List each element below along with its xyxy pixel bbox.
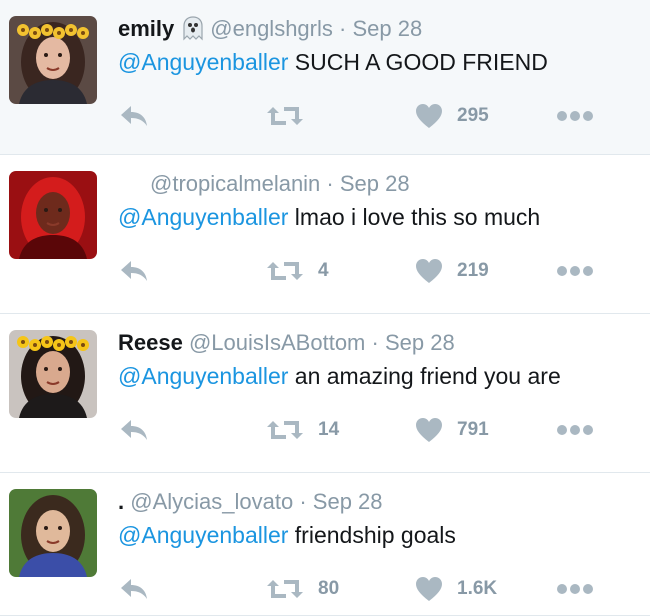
mention-link[interactable]: @Anguyenballer: [118, 204, 288, 230]
like-count: 1.6K: [457, 578, 498, 599]
more-button[interactable]: [556, 415, 594, 445]
reply-icon: [119, 576, 149, 602]
reply-button[interactable]: [119, 574, 149, 604]
mention-link[interactable]: @Anguyenballer: [118, 522, 288, 548]
retweet-count: 80: [318, 578, 340, 599]
retweet-icon: [266, 418, 304, 442]
display-name[interactable]: .: [118, 489, 124, 514]
tweet-text: @Anguyenballer friendship goals: [118, 519, 456, 551]
retweet-icon: [266, 577, 304, 601]
reply-button[interactable]: [119, 415, 149, 445]
retweet-icon: [266, 104, 304, 128]
ghost-emoji-icon: [174, 16, 210, 41]
avatar[interactable]: [9, 330, 97, 418]
retweet-button[interactable]: 4: [266, 256, 329, 286]
username[interactable]: @Alycias_lovato: [130, 489, 293, 514]
tweet-body: SUCH A GOOD FRIEND: [288, 49, 548, 75]
separator-dot: ·: [326, 171, 334, 196]
tweet-text: @Anguyenballer an amazing friend you are: [118, 360, 561, 392]
retweet-button[interactable]: 80: [266, 574, 339, 604]
retweet-count: 14: [318, 419, 340, 440]
tweet-header: emily @englshgrls · Sep 28: [118, 14, 422, 44]
username[interactable]: @LouisIsABottom: [189, 330, 365, 355]
timestamp[interactable]: Sep 28: [340, 171, 410, 196]
reply-button[interactable]: [119, 256, 149, 286]
timestamp[interactable]: Sep 28: [385, 330, 455, 355]
display-name[interactable]: Reese: [118, 330, 183, 355]
tweet-text: @Anguyenballer SUCH A GOOD FRIEND: [118, 46, 548, 78]
separator-dot: ·: [371, 330, 379, 355]
heart-icon: [415, 576, 443, 602]
display-name[interactable]: emily: [118, 16, 174, 41]
separator-dot: ·: [299, 489, 307, 514]
like-count: 791: [457, 419, 489, 440]
avatar[interactable]: [9, 16, 97, 104]
reply-icon: [119, 258, 149, 284]
heart-icon: [415, 258, 443, 284]
tweet-feed: emily @englshgrls · Sep 28 @Anguyenballer …: [0, 0, 650, 616]
like-button[interactable]: 219: [415, 256, 489, 286]
retweet-count: 4: [318, 260, 329, 281]
like-button[interactable]: 1.6K: [415, 574, 497, 604]
heart-icon: [415, 103, 443, 129]
username[interactable]: @englshgrls: [210, 16, 333, 41]
reply-icon: [119, 103, 149, 129]
more-icon: [556, 424, 594, 436]
more-icon: [556, 110, 594, 122]
more-icon: [556, 583, 594, 595]
tweet-item[interactable]: emily @englshgrls · Sep 28 @Anguyenballer …: [0, 0, 650, 155]
tweet-header: . @Alycias_lovato · Sep 28: [118, 487, 383, 517]
mention-link[interactable]: @Anguyenballer: [118, 363, 288, 389]
tweet-body: lmao i love this so much: [288, 204, 541, 230]
retweet-button[interactable]: [266, 101, 318, 131]
tweet-item[interactable]: . @Alycias_lovato · Sep 28 @Anguyenballer…: [0, 473, 650, 616]
avatar[interactable]: [9, 489, 97, 577]
tweet-header: Reese @LouisIsABottom · Sep 28: [118, 328, 455, 358]
retweet-icon: [266, 259, 304, 283]
like-count: 295: [457, 105, 489, 126]
tweet-body: friendship goals: [288, 522, 456, 548]
like-button[interactable]: 295: [415, 101, 489, 131]
reply-button[interactable]: [119, 101, 149, 131]
avatar[interactable]: [9, 171, 97, 259]
retweet-button[interactable]: 14: [266, 415, 339, 445]
like-count: 219: [457, 260, 489, 281]
reply-icon: [119, 417, 149, 443]
tweet-text: @Anguyenballer lmao i love this so much: [118, 201, 540, 233]
like-button[interactable]: 791: [415, 415, 489, 445]
more-button[interactable]: [556, 101, 594, 131]
tweet-item[interactable]: Reese @LouisIsABottom · Sep 28 @Anguyenba…: [0, 314, 650, 473]
more-button[interactable]: [556, 256, 594, 286]
separator-dot: ·: [339, 16, 347, 41]
more-icon: [556, 265, 594, 277]
timestamp[interactable]: Sep 28: [352, 16, 422, 41]
tweet-header: @tropicalmelanin · Sep 28: [118, 169, 410, 199]
username[interactable]: @tropicalmelanin: [150, 171, 320, 196]
timestamp[interactable]: Sep 28: [313, 489, 383, 514]
heart-icon: [415, 417, 443, 443]
tweet-body: an amazing friend you are: [288, 363, 561, 389]
more-button[interactable]: [556, 574, 594, 604]
mention-link[interactable]: @Anguyenballer: [118, 49, 288, 75]
tweet-item[interactable]: @tropicalmelanin · Sep 28 @Anguyenballer …: [0, 155, 650, 314]
